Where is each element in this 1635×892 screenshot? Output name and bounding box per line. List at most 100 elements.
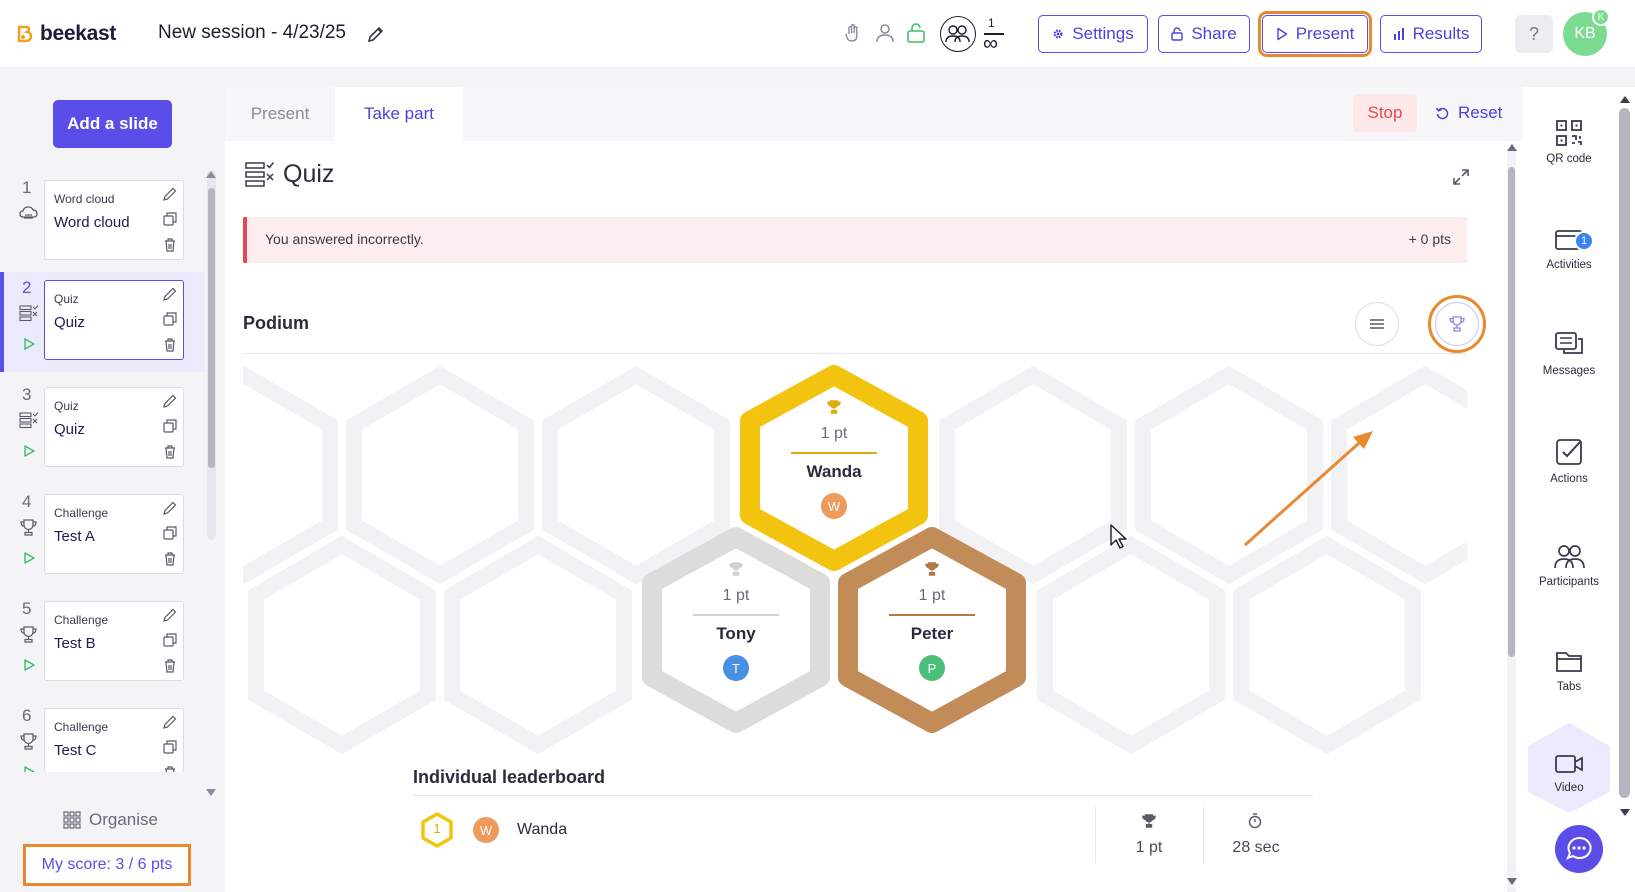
edit-icon[interactable] — [162, 186, 178, 202]
duplicate-icon[interactable] — [162, 418, 178, 434]
rail-item-activities[interactable]: Activities 1 — [1523, 225, 1615, 315]
activity-heading: Quiz — [245, 160, 334, 189]
third-place-name: Peter — [910, 624, 954, 643]
trash-icon[interactable] — [162, 444, 178, 460]
slide-number: 1 — [22, 178, 32, 197]
user-icon[interactable] — [874, 22, 896, 44]
edit-icon[interactable] — [162, 393, 178, 409]
slide-card[interactable]: Challenge Test A — [44, 494, 184, 574]
reset-button[interactable]: Reset — [1435, 94, 1502, 132]
scroll-down-icon[interactable] — [1618, 808, 1632, 818]
scroll-up-icon[interactable] — [1618, 94, 1632, 104]
tab-present[interactable]: Present — [225, 87, 335, 141]
play-icon[interactable] — [22, 337, 36, 351]
participants-counter[interactable]: 1 ∞ — [940, 14, 1010, 54]
organise-label: Organise — [89, 810, 158, 829]
slide-card[interactable]: Quiz Quiz — [44, 387, 184, 467]
expand-icon[interactable] — [1451, 167, 1471, 187]
play-icon — [1277, 27, 1287, 41]
results-button[interactable]: Results — [1380, 15, 1482, 53]
stopwatch-icon — [1248, 813, 1262, 829]
edit-icon[interactable] — [162, 500, 178, 516]
rail-item-messages[interactable]: Messages — [1523, 331, 1615, 421]
play-icon[interactable] — [22, 765, 36, 772]
word-cloud-icon — [19, 206, 38, 219]
page-scrollbar-thumb[interactable] — [1619, 108, 1630, 798]
slide-item[interactable]: 4 Challenge Test A — [0, 486, 205, 586]
trash-icon[interactable] — [162, 551, 178, 567]
play-icon[interactable] — [22, 658, 36, 672]
duplicate-icon[interactable] — [162, 525, 178, 541]
play-icon[interactable] — [22, 551, 36, 565]
avatar: W — [821, 493, 847, 519]
raise-hand-icon[interactable] — [842, 22, 864, 44]
present-button[interactable]: Present — [1258, 11, 1372, 57]
reset-icon — [1435, 107, 1449, 119]
second-place-divider — [693, 614, 779, 616]
play-icon[interactable] — [22, 444, 36, 458]
slide-number: 3 — [22, 385, 32, 404]
logo-text: beekast — [40, 22, 117, 45]
edit-icon[interactable] — [162, 607, 178, 623]
duplicate-icon[interactable] — [162, 211, 178, 227]
slide-item[interactable]: 1 Word cloud Word cloud — [0, 172, 205, 272]
slide-type: Challenge — [54, 506, 109, 520]
duplicate-icon[interactable] — [162, 632, 178, 648]
panel-scrollbar-thumb[interactable] — [1508, 167, 1515, 657]
slide-title: Test A — [54, 528, 95, 545]
edit-title-icon[interactable] — [366, 24, 386, 44]
slide-card[interactable]: Challenge Test C — [44, 708, 184, 772]
share-button[interactable]: Share — [1158, 15, 1250, 53]
trash-icon[interactable] — [162, 337, 178, 353]
video-icon — [1555, 755, 1583, 773]
edit-icon[interactable] — [162, 286, 178, 302]
trophy-icon — [20, 626, 37, 643]
trash-icon[interactable] — [162, 237, 178, 253]
slide-card[interactable]: Challenge Test B — [44, 601, 184, 681]
slide-item[interactable]: 5 Challenge Test B — [0, 593, 205, 693]
trash-icon[interactable] — [162, 658, 178, 674]
leaderboard-title: Individual leaderboard — [413, 767, 606, 787]
leaderboard-name: Wanda — [517, 821, 568, 838]
help-button[interactable]: ? — [1515, 15, 1553, 53]
slide-title: Quiz — [54, 421, 85, 438]
duplicate-icon[interactable] — [162, 311, 178, 327]
share-label: Share — [1191, 24, 1237, 43]
messages-icon — [1555, 332, 1583, 354]
chat-support-button[interactable] — [1555, 825, 1603, 873]
settings-button[interactable]: Settings — [1038, 15, 1148, 53]
tab-take-part[interactable]: Take part — [335, 87, 463, 141]
slide-title: Test C — [54, 742, 97, 759]
rail-label: Activities — [1546, 259, 1592, 271]
slides-scrollbar-thumb[interactable] — [208, 188, 215, 468]
slide-card[interactable]: Quiz Quiz — [44, 280, 184, 360]
settings-label: Settings — [1072, 24, 1134, 43]
rail-item-actions[interactable]: Actions — [1523, 437, 1615, 527]
stop-button[interactable]: Stop — [1353, 94, 1417, 132]
activity-title: Quiz — [283, 160, 335, 188]
add-slide-button[interactable]: Add a slide — [53, 100, 172, 148]
slide-item[interactable]: 6 Challenge Test C — [0, 700, 205, 772]
lock-open-icon[interactable] — [905, 22, 927, 44]
organise-button[interactable]: Organise — [63, 810, 158, 830]
column-divider — [1203, 807, 1204, 863]
beekast-logo[interactable]: beekast — [16, 22, 116, 46]
rank-number: 1 — [433, 821, 441, 836]
leaderboard-row: 1 W Wanda 1 pt 28 sec — [413, 799, 1313, 865]
list-view-button[interactable] — [1355, 302, 1399, 346]
edit-icon[interactable] — [162, 714, 178, 730]
scroll-down-icon[interactable] — [1505, 877, 1519, 887]
slide-item[interactable]: 3 Quiz Quiz — [0, 379, 205, 479]
scroll-up-icon[interactable] — [204, 169, 218, 179]
rail-item-qr-code[interactable]: QR code — [1523, 119, 1615, 209]
mouse-cursor-icon — [1110, 524, 1127, 549]
rail-item-participants[interactable]: Participants — [1523, 542, 1615, 632]
avatar: T — [723, 655, 749, 681]
scroll-down-icon[interactable] — [204, 788, 218, 798]
lock-icon — [1171, 27, 1184, 41]
scroll-up-icon[interactable] — [1505, 142, 1519, 152]
trash-icon[interactable] — [162, 765, 178, 772]
slide-item-active[interactable]: 2 Quiz Quiz — [0, 272, 205, 372]
slide-card[interactable]: Word cloud Word cloud — [44, 180, 184, 260]
duplicate-icon[interactable] — [162, 739, 178, 755]
